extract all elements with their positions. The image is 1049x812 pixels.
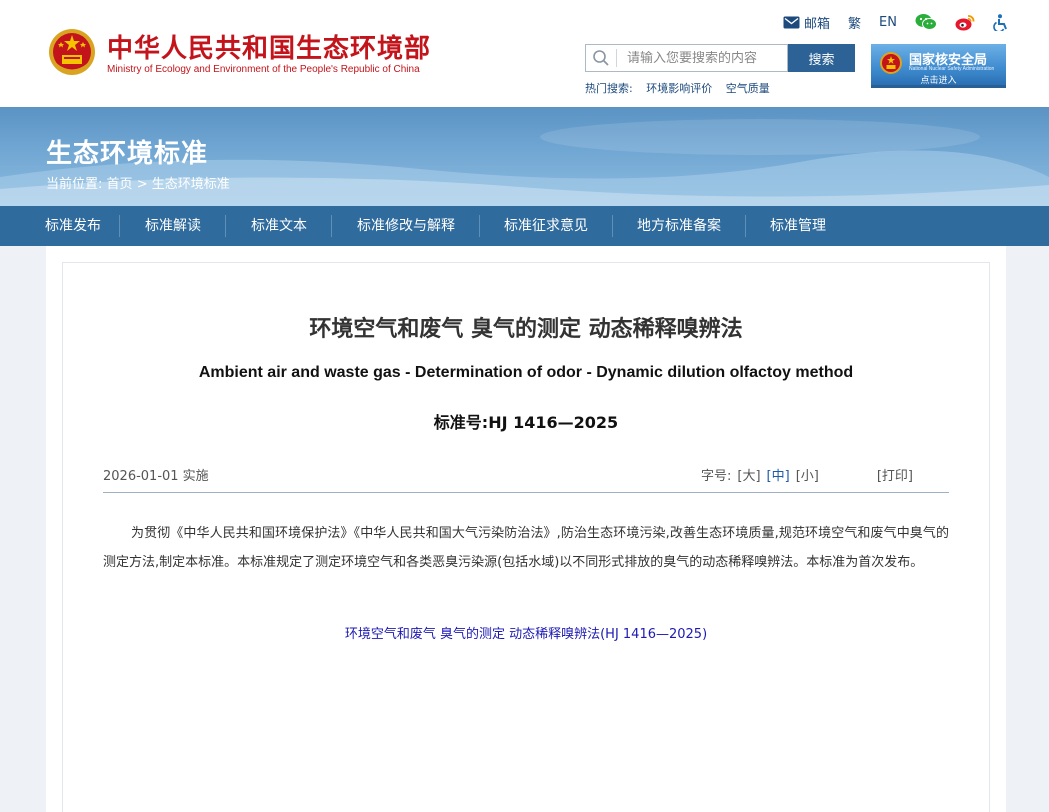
nav-item-local-standard-filing[interactable]: 地方标准备案 bbox=[613, 215, 746, 237]
article-title: 环境空气和废气 臭气的测定 动态稀释嗅辨法 bbox=[309, 317, 743, 342]
attachment-link[interactable]: 环境空气和废气 臭气的测定 动态稀释嗅辨法(HJ 1416—2025) bbox=[63, 623, 989, 642]
top-links: 邮箱 繁 EN bbox=[783, 12, 1009, 32]
nav-item-standard-amendment[interactable]: 标准修改与解释 bbox=[332, 215, 480, 237]
breadcrumb: 当前位置: 首页 > 生态环境标准 bbox=[46, 173, 230, 192]
mail-link[interactable]: 邮箱 bbox=[783, 13, 830, 32]
breadcrumb-prefix: 当前位置: bbox=[46, 177, 103, 192]
nav-item-standard-text[interactable]: 标准文本 bbox=[226, 215, 332, 237]
font-size-medium-button[interactable]: [中] bbox=[767, 465, 790, 484]
font-size-large-button[interactable]: [大] bbox=[737, 465, 760, 484]
section-banner: 生态环境标准 当前位置: 首页 > 生态环境标准 bbox=[0, 107, 1049, 206]
effective-date: 2026-01-01 实施 bbox=[103, 469, 209, 484]
font-size-controls: 字号: [大] [中] [小] [打印] bbox=[701, 465, 913, 484]
traditional-chinese-link[interactable]: 繁 bbox=[848, 13, 861, 32]
search-input[interactable] bbox=[627, 50, 787, 66]
logo-title-en[interactable]: Ministry of Ecology and Environment of t… bbox=[107, 64, 420, 75]
nav-item-standard-consultation[interactable]: 标准征求意见 bbox=[480, 215, 613, 237]
article-body: 为贯彻《中华人民共和国环境保护法》《中华人民共和国大气污染防治法》,防治生态环境… bbox=[103, 526, 949, 570]
nnsa-name-en: National Nuclear Safety Administration bbox=[909, 66, 995, 72]
breadcrumb-current[interactable]: 生态环境标准 bbox=[152, 177, 230, 192]
article-meta: 2026-01-01 实施 字号: [大] [中] [小] [打印] bbox=[103, 465, 949, 493]
hot-search-item[interactable]: 空气质量 bbox=[726, 82, 770, 95]
breadcrumb-separator: > bbox=[136, 177, 152, 192]
hot-search-label: 热门搜索: bbox=[585, 82, 633, 95]
mail-icon bbox=[783, 16, 800, 28]
article-card: 环境空气和废气 臭气的测定 动态稀释嗅辨法 Ambient air and wa… bbox=[62, 262, 990, 812]
english-link[interactable]: EN bbox=[879, 15, 897, 30]
search-icon bbox=[593, 50, 609, 66]
font-size-label: 字号: bbox=[700, 469, 732, 484]
nnsa-emblem-icon bbox=[880, 52, 902, 74]
hot-searches: 热门搜索: 环境影响评价 空气质量 bbox=[585, 80, 780, 96]
accessibility-icon[interactable] bbox=[993, 13, 1009, 31]
font-size-small-button[interactable]: [小] bbox=[796, 465, 819, 484]
nav-item-standard-management[interactable]: 标准管理 bbox=[746, 215, 844, 237]
nnsa-link-banner[interactable]: 国家核安全局 National Nuclear Safety Administr… bbox=[871, 44, 1006, 88]
site-header: 中华人民共和国生态环境部 Ministry of Ecology and Env… bbox=[0, 0, 1049, 107]
breadcrumb-home[interactable]: 首页 bbox=[107, 177, 133, 192]
article-title-en: Ambient air and waste gas - Determinatio… bbox=[198, 364, 854, 381]
section-title: 生态环境标准 bbox=[46, 139, 209, 169]
search-button[interactable]: 搜索 bbox=[788, 44, 855, 72]
national-emblem-icon[interactable] bbox=[47, 26, 97, 78]
nav-item-standard-release[interactable]: 标准发布 bbox=[27, 215, 120, 237]
standard-number: 标准号:HJ 1416—2025 bbox=[433, 413, 619, 432]
nnsa-enter-label: 点击进入 bbox=[920, 76, 957, 86]
wechat-icon[interactable] bbox=[915, 13, 937, 31]
hot-search-item[interactable]: 环境影响评价 bbox=[646, 82, 712, 95]
print-button[interactable]: [打印] bbox=[877, 465, 913, 484]
nav-item-standard-interpretation[interactable]: 标准解读 bbox=[120, 215, 226, 237]
weibo-icon[interactable] bbox=[955, 14, 975, 31]
main-nav: 标准发布 标准解读 标准文本 标准修改与解释 标准征求意见 地方标准备案 标准管… bbox=[0, 206, 1049, 246]
search-box bbox=[585, 44, 788, 72]
logo-title-cn[interactable]: 中华人民共和国生态环境部 bbox=[107, 28, 431, 65]
mail-label: 邮箱 bbox=[804, 16, 831, 32]
search-divider bbox=[616, 49, 617, 67]
